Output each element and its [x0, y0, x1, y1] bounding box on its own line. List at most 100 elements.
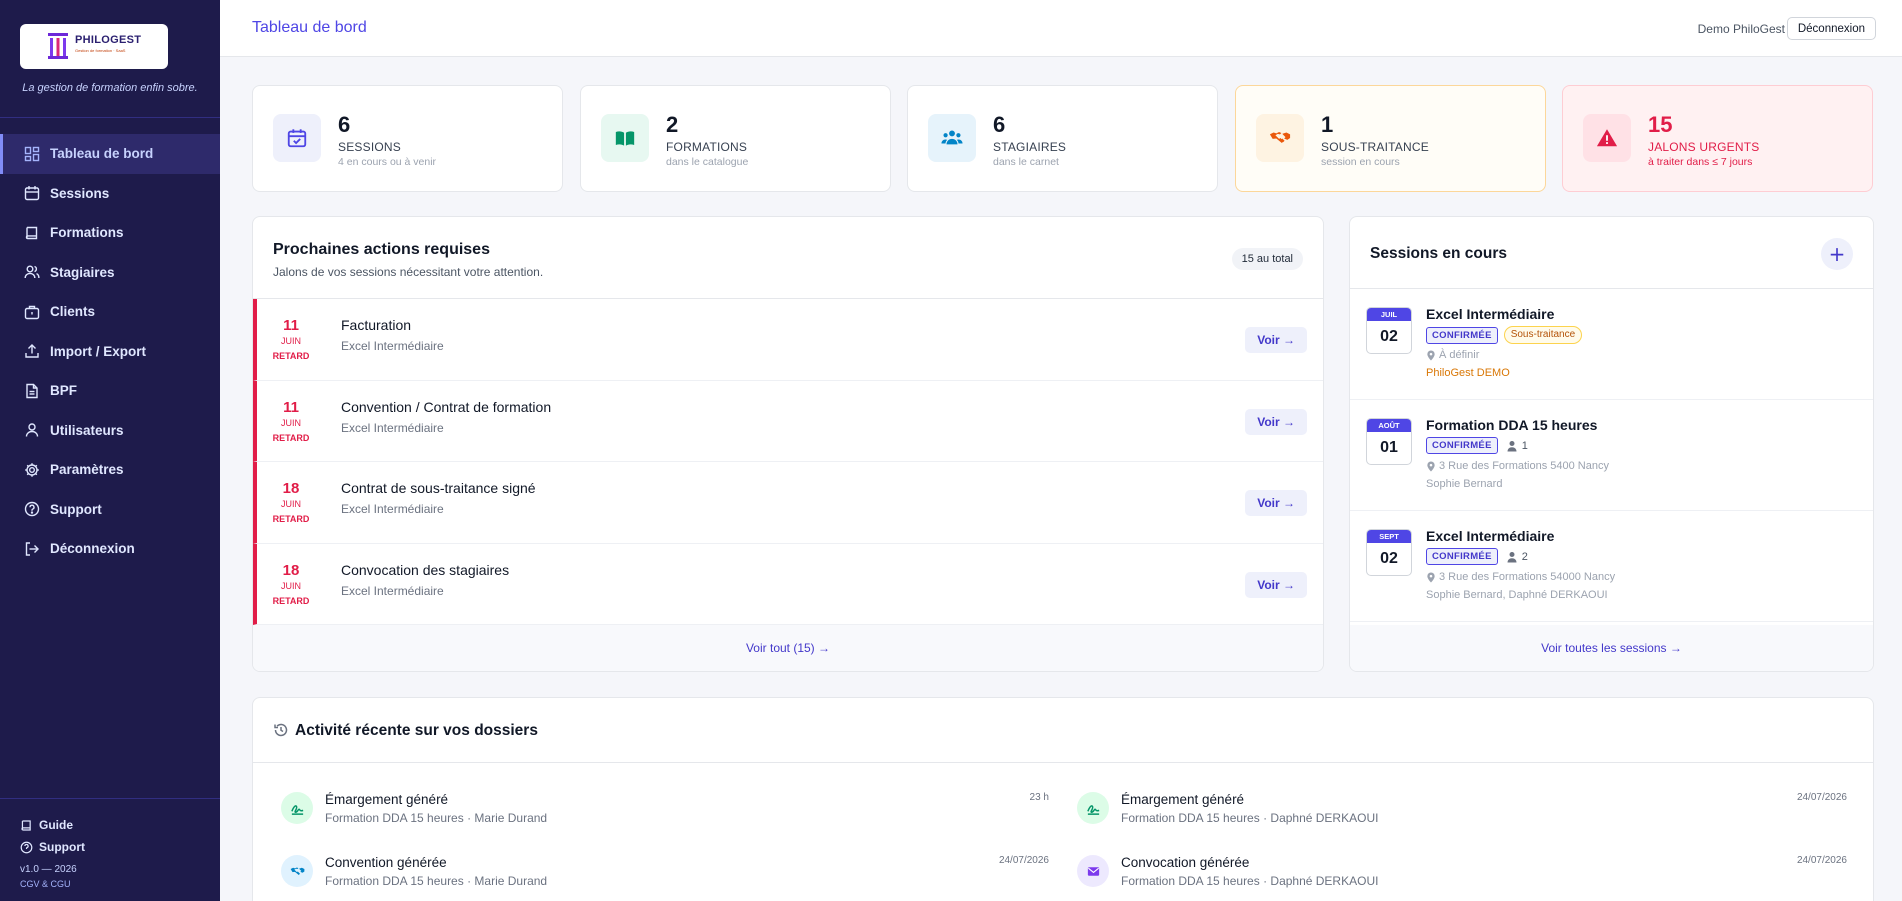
activity-item[interactable]: Émargement généré Formation DDA 15 heure…: [281, 792, 1049, 842]
activity-title-text: Convocation générée: [1121, 855, 1250, 870]
sidebar-item-formations[interactable]: Formations: [0, 213, 220, 253]
stat-label: STAGIAIRES: [993, 140, 1067, 154]
sidebar-item-dashboard[interactable]: Tableau de bord: [0, 134, 220, 174]
sidebar-item-label: Clients: [50, 304, 96, 320]
person-icon: [1507, 440, 1517, 451]
session-badges: CONFIRMÉE 1: [1426, 437, 1528, 454]
brand-small-print: Gestion de formation · SaaS: [75, 48, 126, 53]
session-location: 3 Rue des Formations 5400 Nancy: [1426, 460, 1609, 472]
activity-title-text: Convention générée: [325, 855, 447, 870]
sidebar-item-bpf[interactable]: BPF: [0, 371, 220, 411]
action-session: Excel Intermédiaire: [341, 502, 444, 516]
briefcase-icon: [24, 304, 40, 320]
brand-logo[interactable]: PHILOGEST Gestion de formation · SaaS: [20, 24, 168, 69]
participant-count: 1: [1506, 440, 1528, 452]
activity-title-text: Émargement généré: [1121, 792, 1245, 807]
pillar-logo-icon: [48, 33, 68, 59]
sidebar-item-clients[interactable]: Clients: [0, 292, 220, 332]
session-badges: CONFIRMÉE 2: [1426, 548, 1528, 565]
sessions-title: Sessions en cours: [1370, 245, 1507, 262]
view-action-button[interactable]: Voir →: [1245, 327, 1307, 353]
activity-time: 23 h: [1029, 792, 1049, 803]
sidebar-item-import-export[interactable]: Import / Export: [0, 332, 220, 372]
session-date-badge: JUIL 02: [1366, 307, 1412, 354]
actions-panel: Prochaines actions requises Jalons de vo…: [252, 216, 1324, 672]
session-month: JUIL: [1367, 308, 1411, 321]
handshake-icon: [1256, 114, 1304, 162]
activity-subtitle: Formation DDA 15 heures · Marie Durand: [325, 811, 548, 825]
stat-card-stagiaires[interactable]: 6 STAGIAIRES dans le carnet: [907, 85, 1218, 192]
sidebar-item-sessions[interactable]: Sessions: [0, 174, 220, 214]
users-icon: [928, 114, 976, 162]
activity-time: 24/07/2026: [998, 855, 1049, 866]
sidebar-item-label: Déconnexion: [50, 541, 135, 557]
map-pin-icon: [1427, 571, 1435, 583]
stat-card-jalons-urgents[interactable]: 15 JALONS URGENTS à traiter dans ≤ 7 jou…: [1562, 85, 1873, 192]
session-date-badge: AOÛT 01: [1366, 418, 1412, 465]
action-row: 11 JUIN RETARD Facturation Excel Intermé…: [253, 299, 1323, 381]
activity-time: 24/07/2026: [1796, 792, 1847, 803]
stat-label: SOUS-TRAITANCE: [1321, 140, 1429, 154]
stat-value: 2: [666, 112, 679, 137]
guide-link[interactable]: Guide: [20, 814, 210, 836]
stat-value: 6: [993, 112, 1006, 137]
book-icon: [24, 225, 40, 241]
action-row: 11 JUIN RETARD Convention / Contrat de f…: [253, 380, 1323, 462]
status-badge: CONFIRMÉE: [1426, 548, 1498, 565]
session-trainer: Sophie Bernard, Daphné DERKAOUI: [1426, 589, 1608, 601]
current-user: Demo PhiloGest: [1697, 22, 1785, 36]
sidebar-item-label: Support: [50, 501, 102, 517]
logout-button[interactable]: Déconnexion: [1786, 17, 1876, 40]
session-row[interactable]: AOÛT 01 Formation DDA 15 heures CONFIRMÉ…: [1350, 400, 1873, 511]
activity-item[interactable]: Convention générée Formation DDA 15 heur…: [281, 855, 1049, 901]
sessions-panel: Sessions en cours + JUIL 02 Excel Interm…: [1349, 216, 1874, 672]
session-row[interactable]: SEPT 02 Excel Intermédiaire CONFIRMÉE 2 …: [1350, 511, 1873, 622]
view-all-actions-link[interactable]: Voir tout (15) →: [253, 625, 1323, 671]
signature-icon: [1077, 792, 1109, 824]
sidebar-item-support[interactable]: Support: [0, 490, 220, 530]
action-date-month: JUIN: [281, 336, 301, 346]
view-action-button[interactable]: Voir →: [1245, 571, 1307, 598]
stat-label: FORMATIONS: [666, 140, 748, 154]
subcontract-badge: Sous-traitance: [1503, 326, 1583, 344]
sidebar-item-label: Stagiaires: [50, 264, 115, 280]
view-action-button[interactable]: Voir →: [1245, 408, 1307, 435]
sidebar-item-parametres[interactable]: Paramètres: [0, 450, 220, 490]
session-row[interactable]: JUIL 02 Excel Intermédiaire CONFIRMÉE So…: [1350, 289, 1873, 400]
activity-subtitle: Formation DDA 15 heures · Daphné DERKAOU…: [1121, 811, 1379, 825]
stat-card-sous-traitance[interactable]: 1 SOUS-TRAITANCE session en cours: [1235, 85, 1546, 192]
activity-time: 24/07/2026: [1796, 855, 1847, 866]
sidebar-item-stagiaires[interactable]: Stagiaires: [0, 253, 220, 293]
sidebar-item-label: Utilisateurs: [50, 422, 124, 438]
app-version: v1.0 — 2026: [20, 864, 77, 875]
stat-value: 15: [1648, 112, 1673, 137]
brand-tagline: La gestion de formation enfin sobre.: [22, 82, 198, 94]
action-title: Facturation: [341, 317, 412, 333]
view-all-sessions-link[interactable]: Voir toutes les sessions →: [1350, 625, 1873, 671]
help-icon: [24, 501, 40, 517]
sessions-header: Sessions en cours +: [1350, 217, 1873, 289]
status-badge: CONFIRMÉE: [1426, 437, 1498, 454]
calendar-icon: [24, 185, 40, 201]
stat-card-sessions[interactable]: 6 SESSIONS 4 en cours ou à venir: [252, 85, 563, 192]
add-session-button[interactable]: +: [1821, 238, 1853, 270]
session-badges: CONFIRMÉE Sous-traitance: [1426, 326, 1583, 344]
stat-card-formations[interactable]: 2 FORMATIONS dans le catalogue: [580, 85, 891, 192]
map-pin-icon: [1427, 349, 1435, 361]
activity-subtitle: Formation DDA 15 heures · Marie Durand: [325, 874, 548, 888]
dashboard-icon: [24, 146, 40, 162]
view-action-button[interactable]: Voir →: [1245, 490, 1307, 516]
actions-header: Prochaines actions requises Jalons de vo…: [253, 217, 1323, 299]
stat-subtext: dans le catalogue: [666, 156, 749, 168]
sidebar-item-deconnexion[interactable]: Déconnexion: [0, 529, 220, 569]
support-link[interactable]: Support: [20, 836, 210, 858]
upload-icon: [24, 343, 40, 359]
cgv-link[interactable]: CGV & CGU: [20, 879, 210, 889]
action-title: Contrat de sous-traitance signé: [341, 480, 536, 496]
activity-item[interactable]: Émargement généré Formation DDA 15 heure…: [1077, 792, 1847, 842]
user-icon: [24, 422, 40, 438]
sidebar-item-label: Tableau de bord: [50, 146, 154, 162]
activity-item[interactable]: Convocation générée Formation DDA 15 heu…: [1077, 855, 1847, 901]
sidebar-item-label: Import / Export: [50, 343, 147, 359]
sidebar-item-utilisateurs[interactable]: Utilisateurs: [0, 411, 220, 451]
